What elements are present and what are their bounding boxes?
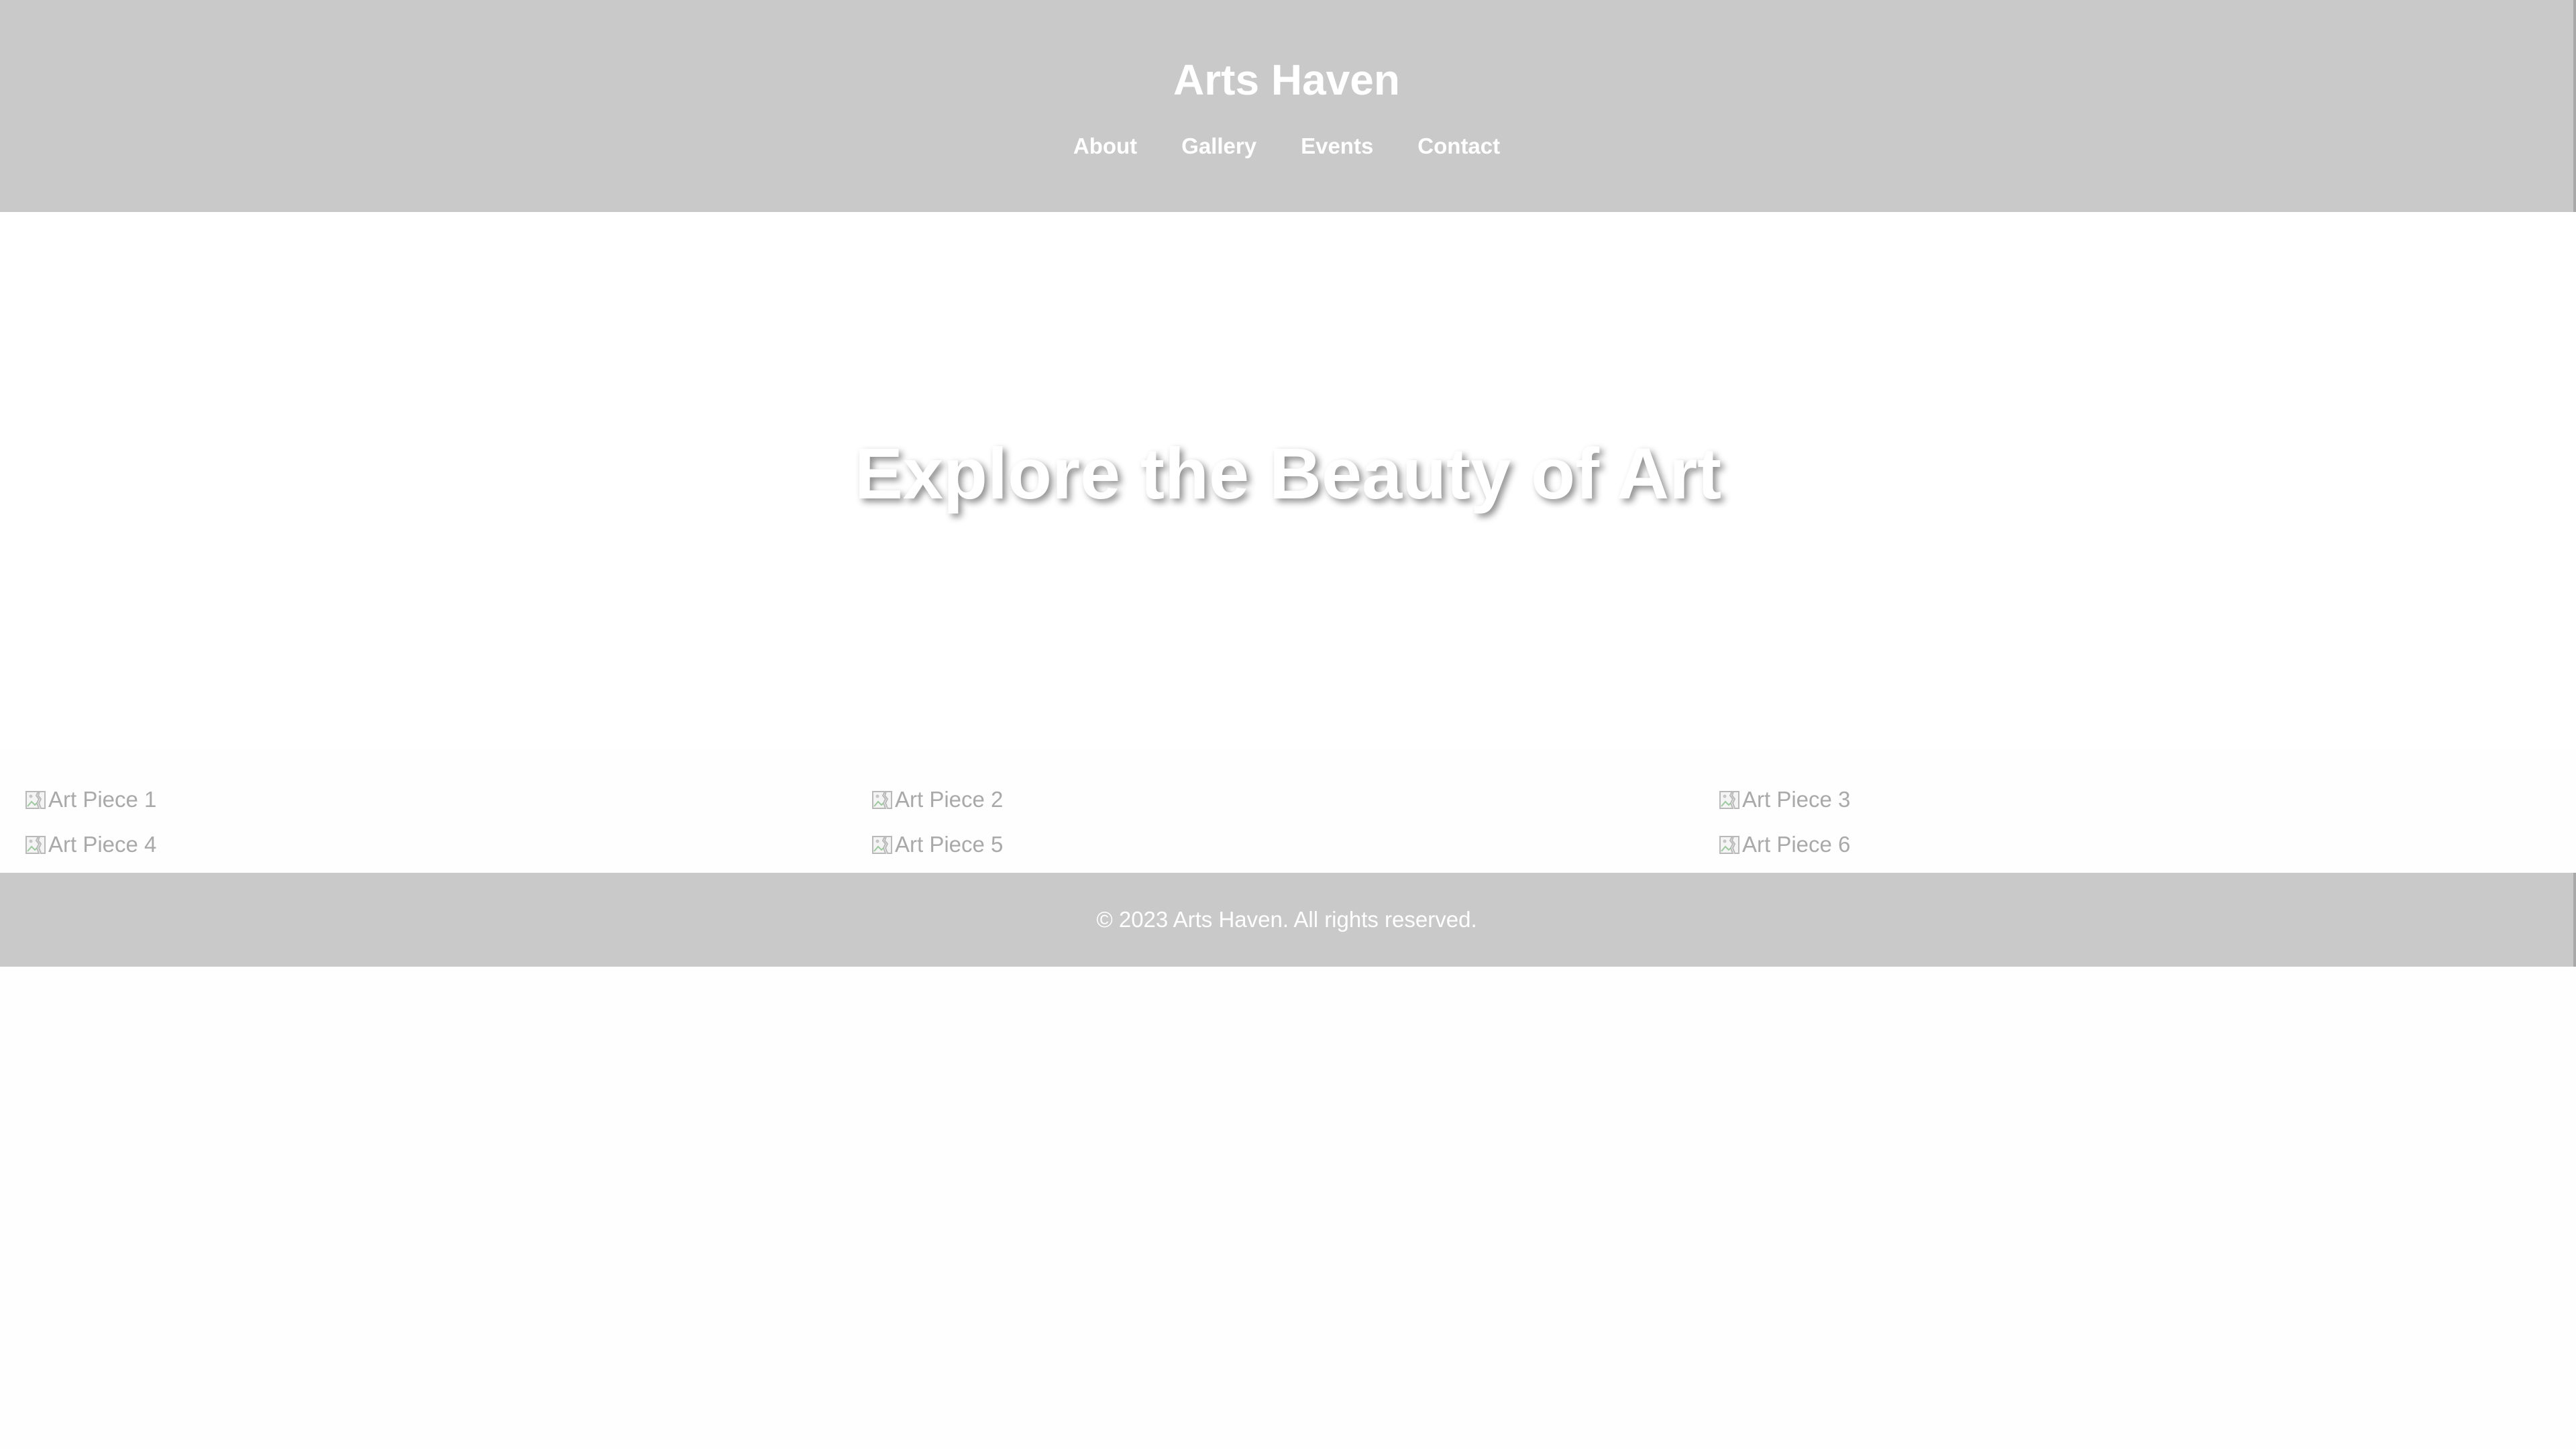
gallery-item-1[interactable]: Art Piece 1 (24, 785, 156, 814)
hero-title: Explore the Beauty of Art (854, 433, 1722, 514)
site-title: Arts Haven (1173, 56, 1400, 104)
main-nav: About Gallery Events Contact (0, 131, 2573, 161)
gallery-item-2[interactable]: Art Piece 2 (871, 785, 1003, 814)
gallery-item-alt-text: Art Piece 1 (48, 787, 157, 812)
nav-link-gallery[interactable]: Gallery (1181, 131, 1256, 161)
copyright-text: © 2023 Arts Haven. All rights reserved. (1096, 907, 1477, 932)
site-header: Arts Haven About Gallery Events Contact (0, 0, 2576, 212)
gallery-item-4[interactable]: Art Piece 4 (24, 830, 156, 859)
gallery-item-alt-text: Art Piece 2 (895, 787, 1004, 812)
gallery-item-alt-text: Art Piece 3 (1742, 787, 1851, 812)
hero-section: Explore the Beauty of Art (0, 212, 2576, 749)
gallery-item-alt-text: Art Piece 6 (1742, 832, 1851, 857)
gallery-item-6[interactable]: Art Piece 6 (1718, 830, 1850, 859)
gallery-item-3[interactable]: Art Piece 3 (1718, 785, 1850, 814)
broken-image-icon (25, 791, 46, 809)
broken-image-icon (1719, 836, 1739, 854)
nav-link-events[interactable]: Events (1301, 131, 1373, 161)
broken-image-icon (25, 836, 46, 854)
broken-image-icon (1719, 791, 1739, 809)
nav-link-about[interactable]: About (1073, 131, 1137, 161)
nav-link-contact[interactable]: Contact (1417, 131, 1500, 161)
broken-image-icon (872, 836, 892, 854)
broken-image-icon (872, 791, 892, 809)
site-footer: © 2023 Arts Haven. All rights reserved. (0, 873, 2576, 967)
gallery-item-alt-text: Art Piece 5 (895, 832, 1004, 857)
gallery-item-5[interactable]: Art Piece 5 (871, 830, 1003, 859)
gallery-grid: Art Piece 1 Art Piece 2 Art Piece 3 Art … (0, 765, 2576, 872)
gallery-item-alt-text: Art Piece 4 (48, 832, 157, 857)
